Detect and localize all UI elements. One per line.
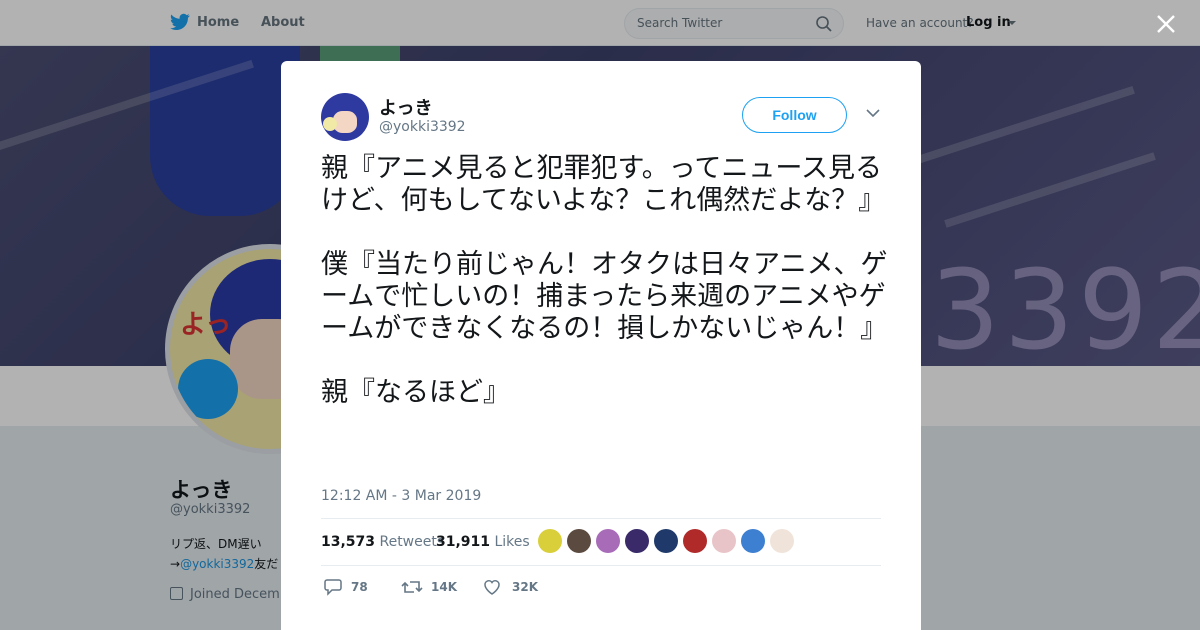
author-avatar[interactable] xyxy=(321,93,369,141)
like-button[interactable]: 32K xyxy=(482,576,572,598)
reply-button[interactable]: 78 xyxy=(321,576,411,598)
retweet-icon xyxy=(401,581,423,593)
retweets-count: 13,573 xyxy=(321,534,376,550)
liker-avatar[interactable] xyxy=(741,529,765,553)
retweets-label: Retweets xyxy=(379,534,445,550)
liker-avatar[interactable] xyxy=(567,529,591,553)
tweet-stats: 13,573 Retweets 31,911 Likes xyxy=(321,518,881,566)
liker-avatar[interactable] xyxy=(683,529,707,553)
tweet-text: 親『アニメ見ると犯罪犯す。ってニュース見るけど、何もしてないよな？これ偶然だよな… xyxy=(321,153,888,408)
likes-count: 31,911 xyxy=(436,534,491,550)
reply-count: 78 xyxy=(351,580,368,594)
author-name[interactable]: よっき xyxy=(379,94,432,120)
retweet-button[interactable]: 14K xyxy=(401,576,491,598)
tweet-timestamp[interactable]: 12:12 AM - 3 Mar 2019 xyxy=(321,488,481,504)
author-handle[interactable]: @yokki3392 xyxy=(379,119,466,135)
liker-avatar[interactable] xyxy=(625,529,649,553)
close-icon[interactable] xyxy=(1156,14,1176,34)
follow-button[interactable]: Follow xyxy=(742,97,847,133)
liker-avatar[interactable] xyxy=(712,529,736,553)
liker-avatar[interactable] xyxy=(654,529,678,553)
chevron-down-icon[interactable] xyxy=(866,108,880,118)
likes-stat[interactable]: 31,911 Likes xyxy=(436,534,530,550)
retweet-count: 14K xyxy=(431,580,457,594)
retweets-stat[interactable]: 13,573 Retweets xyxy=(321,534,444,550)
liker-avatar[interactable] xyxy=(770,529,794,553)
tweet-modal: よっき @yokki3392 Follow 親『アニメ見ると犯罪犯す。ってニュー… xyxy=(281,61,921,630)
heart-icon xyxy=(484,580,500,595)
like-count: 32K xyxy=(512,580,538,594)
likes-label: Likes xyxy=(494,534,530,550)
liker-avatar[interactable] xyxy=(596,529,620,553)
liker-avatar[interactable] xyxy=(538,529,562,553)
reply-icon xyxy=(324,579,342,596)
